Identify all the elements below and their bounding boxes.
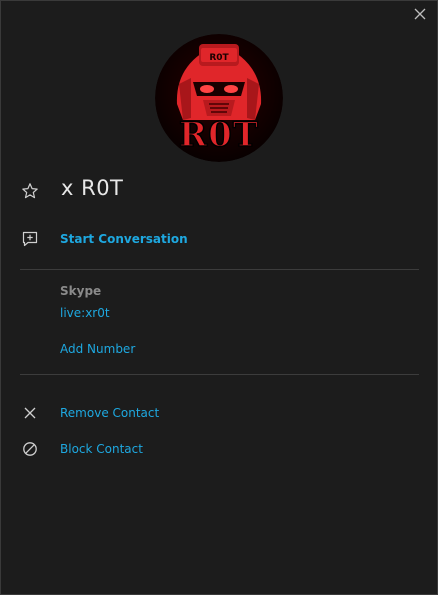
close-icon <box>414 8 426 20</box>
avatar-badge-text: R0T <box>209 53 229 63</box>
block-contact-row[interactable]: Block Contact <box>1 440 437 460</box>
close-button[interactable] <box>411 5 429 23</box>
x-icon <box>21 404 39 422</box>
contact-name: x R0T <box>61 176 124 200</box>
remove-contact-row[interactable]: Remove Contact <box>1 404 437 424</box>
avatar: R0T R0T <box>155 34 283 162</box>
start-conversation-row[interactable]: Start Conversation <box>1 230 437 250</box>
new-chat-icon <box>21 230 39 248</box>
contact-profile-panel: R0T R0T x R0T Start Conversation Skype l… <box>0 0 438 595</box>
avatar-image: R0T R0T <box>155 34 283 162</box>
start-conversation-button[interactable]: Start Conversation <box>60 232 188 246</box>
block-contact-button[interactable]: Block Contact <box>60 442 143 456</box>
divider <box>20 269 419 270</box>
divider <box>20 374 419 375</box>
avatar-text: R0T <box>179 115 259 155</box>
block-icon <box>21 440 39 458</box>
star-icon[interactable] <box>21 182 39 200</box>
remove-contact-button[interactable]: Remove Contact <box>60 406 159 420</box>
name-row: x R0T <box>1 176 437 206</box>
skype-label: Skype <box>60 284 102 298</box>
add-number-button[interactable]: Add Number <box>60 342 135 356</box>
skype-id-link[interactable]: live:xr0t <box>60 306 110 320</box>
